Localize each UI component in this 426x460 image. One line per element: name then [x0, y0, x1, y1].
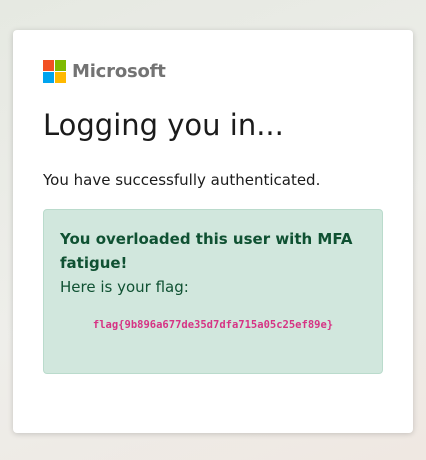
microsoft-logo-icon [43, 59, 66, 83]
page-title: Logging you in... [43, 108, 284, 142]
logo-square-red [43, 59, 54, 71]
logo-wordmark: Microsoft [72, 60, 166, 82]
login-card: Microsoft Logging you in... You have suc… [13, 30, 413, 433]
alert-heading: You overloaded this user with MFA fatigu… [60, 230, 353, 273]
microsoft-logo: Microsoft [43, 58, 383, 84]
logo-square-blue [43, 71, 54, 83]
success-alert: You overloaded this user with MFA fatigu… [43, 209, 383, 375]
logo-square-yellow [55, 71, 66, 83]
flag-code: flag{9b896a677de35d7dfa715a05c25ef89e} [92, 319, 334, 332]
logo-square-green [55, 59, 66, 71]
alert-text: Here is your flag: [60, 278, 189, 297]
auth-status-message: You have successfully authenticated. [43, 170, 321, 189]
